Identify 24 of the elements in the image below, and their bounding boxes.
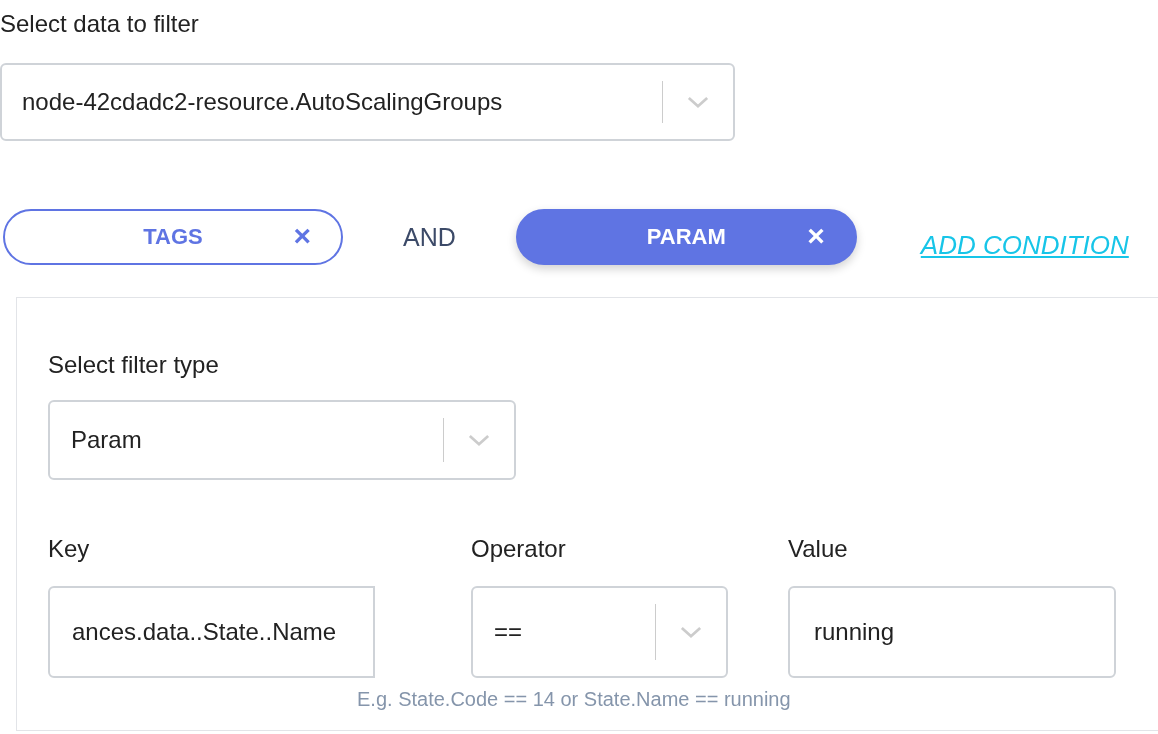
field-label: Select data to filter bbox=[0, 9, 200, 39]
input-field[interactable]: running bbox=[788, 586, 1116, 678]
remove-button[interactable]: × bbox=[807, 221, 825, 251]
field-label: Key bbox=[48, 534, 91, 564]
data-source-select[interactable]: node-42cdadc2-resource.AutoScalingGroups bbox=[0, 63, 735, 141]
chevron-down-icon bbox=[680, 625, 702, 639]
selected-value: node-42cdadc2-resource.AutoScalingGroups bbox=[22, 88, 504, 116]
remove-button[interactable]: × bbox=[293, 221, 311, 251]
joiner-text: AND bbox=[403, 222, 456, 252]
selected-value: Param bbox=[71, 426, 143, 454]
input-field[interactable]: ances.data..State..Name bbox=[48, 586, 375, 678]
selected-value: == bbox=[494, 618, 524, 646]
condition-tab[interactable]: PARAM × bbox=[515, 209, 857, 265]
field-label: Operator bbox=[471, 534, 567, 564]
condition-tab[interactable]: TAGS × bbox=[3, 209, 343, 265]
hint-text: E.g. State.Code == 14 or State.Name == running bbox=[357, 688, 792, 711]
tab-label: TAGS bbox=[143, 224, 203, 250]
chevron-down-icon bbox=[468, 433, 490, 447]
chevron-down-icon bbox=[687, 95, 709, 109]
tab-label: PARAM bbox=[646, 224, 726, 250]
filter-type-select[interactable]: Param bbox=[48, 400, 516, 480]
field-label: Select filter type bbox=[48, 350, 220, 380]
operator-select[interactable]: == bbox=[471, 586, 728, 678]
field-label: Value bbox=[788, 534, 849, 564]
